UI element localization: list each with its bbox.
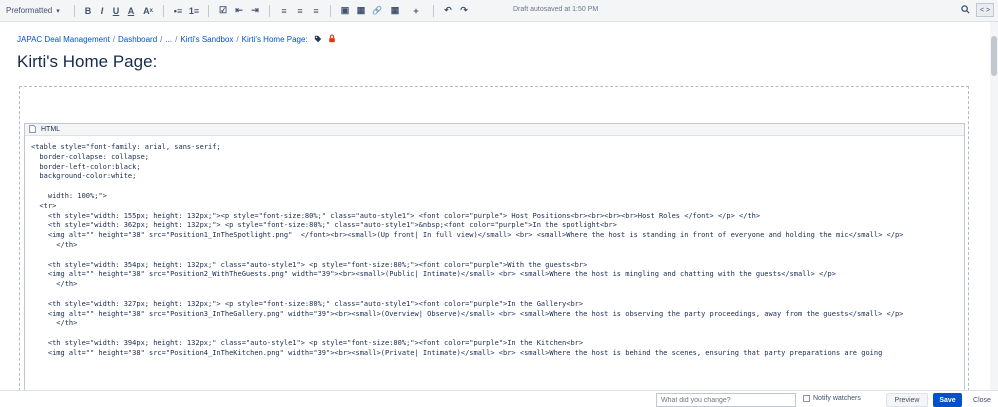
scrollbar-thumb[interactable] <box>991 36 997 76</box>
toolbar-divider <box>269 4 270 17</box>
code-line[interactable]: <th style="width: 394px; height: 132px;"… <box>31 339 964 349</box>
label-tag-icon[interactable] <box>314 35 322 45</box>
breadcrumb-sandbox-link[interactable]: Kirti's Sandbox <box>180 35 233 44</box>
code-line[interactable]: background-color:white; <box>31 172 964 182</box>
html-macro-code[interactable]: <table style="font-family: arial, sans-s… <box>25 136 964 359</box>
breadcrumb: JAPAC Deal Management / Dashboard / ... … <box>17 34 336 45</box>
code-line[interactable]: </th> <box>31 241 964 251</box>
code-line[interactable]: <img alt="" height="38" src="Position3_I… <box>31 310 964 320</box>
code-line[interactable]: </th> <box>31 280 964 290</box>
html-macro[interactable]: HTML <table style="font-family: arial, s… <box>24 123 965 407</box>
align-left-button[interactable]: ≡ <box>276 3 292 19</box>
code-line[interactable]: <img alt="" height="38" src="Position2_W… <box>31 270 964 280</box>
notify-watchers-checkbox[interactable]: Notify watchers <box>803 395 861 402</box>
code-line[interactable] <box>31 182 964 192</box>
code-line[interactable]: <img alt="" height="38" src="Position4_I… <box>31 349 964 359</box>
code-line[interactable]: <table style="font-family: arial, sans-s… <box>31 143 964 153</box>
page-layout-button[interactable]: ▣ <box>337 3 353 19</box>
code-line[interactable]: border-collapse: collapse; <box>31 153 964 163</box>
save-button[interactable]: Save <box>933 393 962 407</box>
indent-button[interactable]: ⇥ <box>247 3 263 19</box>
bold-button[interactable]: B <box>81 3 95 19</box>
search-icon[interactable] <box>961 4 970 16</box>
restrictions-lock-icon[interactable] <box>328 34 336 45</box>
source-editor-toggle[interactable]: < > <box>976 3 994 17</box>
italic-button[interactable]: I <box>95 3 109 19</box>
outdent-button[interactable]: ⇤ <box>231 3 247 19</box>
toolbar-divider <box>208 4 209 17</box>
code-line[interactable] <box>31 329 964 339</box>
undo-button[interactable]: ↶ <box>440 3 456 19</box>
notify-watchers-label: Notify watchers <box>813 395 861 402</box>
code-line[interactable]: <tr> <box>31 202 964 212</box>
breadcrumb-space-link[interactable]: JAPAC Deal Management <box>17 35 110 44</box>
autosave-status: Draft autosaved at 1:50 PM <box>513 6 599 13</box>
insert-table-button[interactable]: ▦ <box>385 3 405 19</box>
code-line[interactable]: </th> <box>31 319 964 329</box>
paragraph-style-select[interactable]: Preformatted ▾ <box>0 6 68 15</box>
breadcrumb-current-page-link[interactable]: Kirti's Home Page: <box>242 35 308 44</box>
preview-button[interactable]: Preview <box>886 393 928 407</box>
code-line[interactable] <box>31 251 964 261</box>
insert-more-button[interactable]: + <box>405 3 427 19</box>
insert-image-button[interactable]: ▦ <box>353 3 369 19</box>
align-right-button[interactable]: ≡ <box>308 3 324 19</box>
toolbar-divider <box>74 4 75 17</box>
numbered-list-button[interactable]: 1≡ <box>186 3 202 19</box>
code-line[interactable]: <th style="width: 354px; height: 132px;"… <box>31 261 964 271</box>
toolbar-divider <box>330 4 331 17</box>
code-line[interactable]: <th style="width: 362px; height: 132px;"… <box>31 221 964 231</box>
insert-link-button[interactable]: 🔗 <box>369 3 385 19</box>
close-button[interactable]: Close <box>968 393 996 407</box>
code-line[interactable] <box>31 290 964 300</box>
toolbar-right: < > <box>961 3 994 17</box>
scrollbar-track[interactable] <box>990 22 998 390</box>
code-line[interactable]: <th style="width: 327px; height: 132px;"… <box>31 300 964 310</box>
code-line[interactable]: border-left-color:black; <box>31 163 964 173</box>
code-line[interactable]: <th style="width: 155px; height: 132px;"… <box>31 212 964 222</box>
bullet-list-button[interactable]: •≡ <box>170 3 186 19</box>
breadcrumb-ellipsis-link[interactable]: ... <box>165 35 172 44</box>
code-line[interactable]: width: 100%;"> <box>31 192 964 202</box>
chevron-down-icon: ▾ <box>56 7 60 15</box>
toolbar-divider <box>163 4 164 17</box>
editor-footer: Notify watchers Preview Save Close <box>0 390 998 407</box>
breadcrumb-dashboard-link[interactable]: Dashboard <box>118 35 157 44</box>
editor-toolbar: Preformatted ▾ B I U A Aˣ •≡ 1≡ ☑ ⇤ ⇥ ≡ … <box>0 0 998 22</box>
page-title[interactable]: Kirti's Home Page: <box>17 52 157 72</box>
underline-button[interactable]: U <box>109 3 123 19</box>
redo-button[interactable]: ↷ <box>456 3 472 19</box>
code-line[interactable]: <img alt="" height="38" src="Position1_I… <box>31 231 964 241</box>
change-comment-input[interactable] <box>656 393 796 407</box>
more-formatting-button[interactable]: Aˣ <box>139 3 157 19</box>
paragraph-style-label: Preformatted <box>6 6 53 15</box>
toolbar-divider <box>433 4 434 17</box>
align-center-button[interactable]: ≡ <box>292 3 308 19</box>
checkbox[interactable] <box>803 395 810 402</box>
html-macro-label: HTML <box>41 126 61 133</box>
document-icon <box>29 124 36 135</box>
text-color-button[interactable]: A <box>123 3 139 19</box>
html-macro-header: HTML <box>25 124 964 136</box>
task-list-button[interactable]: ☑ <box>215 3 231 19</box>
